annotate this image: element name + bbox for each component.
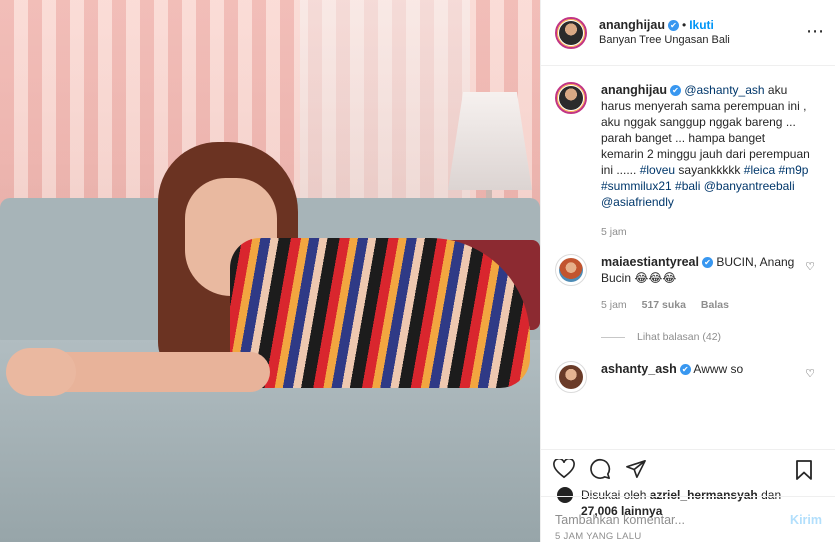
- post-header: ananghijau ✔ • Ikuti Banyan Tree Ungasan Ba…: [541, 0, 835, 66]
- commenter-avatar[interactable]: [555, 254, 587, 286]
- comment-input[interactable]: Tambahkan komentar...: [555, 513, 790, 527]
- post-photo[interactable]: [0, 0, 540, 542]
- verified-icon: ✔: [679, 364, 691, 376]
- comment-like-heart-icon[interactable]: ♡: [805, 367, 815, 380]
- like-heart-icon[interactable]: [553, 458, 575, 479]
- reply-button[interactable]: Balas: [701, 299, 729, 311]
- author-username[interactable]: ananghijau: [599, 18, 665, 32]
- post-sidebar: ananghijau ✔ • Ikuti Banyan Tree Ungasan Ba…: [540, 0, 835, 542]
- comments-section[interactable]: ananghijau ✔ @ashanty_ash aku harus menye…: [541, 66, 835, 449]
- post-actions: [541, 449, 835, 487]
- share-send-icon[interactable]: [625, 459, 647, 479]
- replies-divider: [601, 336, 625, 338]
- follow-button[interactable]: Ikuti: [689, 18, 714, 32]
- view-replies-label[interactable]: Lihat balasan (42): [637, 331, 721, 343]
- comment-text: Awww so: [690, 362, 744, 376]
- caption-body: ananghijau ✔ @ashanty_ash aku harus menye…: [601, 82, 811, 240]
- caption-text-2: sayankkkkk: [675, 163, 744, 177]
- comment-username[interactable]: ashanty_ash: [601, 362, 677, 376]
- comment-username[interactable]: maiaestiantyreal: [601, 255, 699, 269]
- author-avatar[interactable]: [555, 16, 587, 49]
- verified-icon: ✔: [669, 85, 681, 97]
- add-comment-bar: Tambahkan komentar... Kirim: [541, 496, 835, 542]
- send-comment-button[interactable]: Kirim: [790, 513, 822, 527]
- commenter-avatar[interactable]: [555, 361, 587, 393]
- caption-username[interactable]: ananghijau: [601, 83, 667, 97]
- photo-hand: [6, 348, 76, 396]
- comment-bubble-icon[interactable]: [589, 458, 611, 480]
- comment-body: maiaestiantyreal ✔ BUCIN, Anang Bucin 😂😂😂…: [601, 254, 811, 313]
- view-replies[interactable]: Lihat balasan (42): [601, 331, 821, 343]
- caption-hashtag[interactable]: #loveu: [640, 163, 675, 177]
- header-text: ananghijau ✔ • Ikuti Banyan Tree Ungasan Ba…: [599, 18, 730, 48]
- caption: ananghijau ✔ @ashanty_ash aku harus menye…: [555, 82, 821, 240]
- verified-icon: ✔: [701, 257, 713, 269]
- verified-icon: ✔: [667, 19, 679, 31]
- comment-likes[interactable]: 517 suka: [642, 299, 686, 311]
- comment-body: ashanty_ash ✔ Awww so: [601, 361, 811, 393]
- comment-item: maiaestiantyreal ✔ BUCIN, Anang Bucin 😂😂😂…: [555, 254, 821, 313]
- caption-mention[interactable]: @ashanty_ash: [684, 83, 764, 97]
- instagram-post: ananghijau ✔ • Ikuti Banyan Tree Ungasan Ba…: [0, 0, 835, 542]
- caption-avatar[interactable]: [555, 82, 587, 114]
- comment-like-heart-icon[interactable]: ♡: [805, 260, 815, 273]
- caption-time[interactable]: 5 jam: [601, 226, 627, 238]
- photo-striped-dress: [230, 238, 530, 388]
- save-bookmark-icon[interactable]: [795, 459, 813, 481]
- separator-dot: •: [681, 17, 687, 32]
- comment-time[interactable]: 5 jam: [601, 299, 627, 311]
- more-options-icon[interactable]: ⋯: [806, 22, 825, 40]
- comment-item: ashanty_ash ✔ Awww so ♡: [555, 361, 821, 393]
- post-location[interactable]: Banyan Tree Ungasan Bali: [599, 33, 730, 48]
